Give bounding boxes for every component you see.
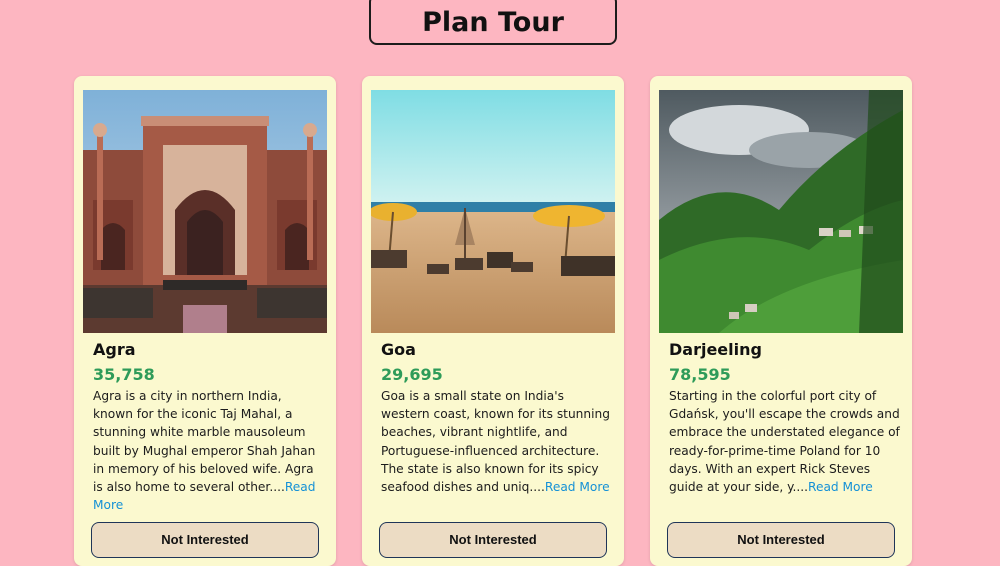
tour-card-goa: Goa 29,695 Goa is a small state on India… [362, 76, 624, 566]
tour-price: 78,595 [669, 365, 731, 384]
tour-description: Goa is a small state on India's western … [381, 387, 613, 496]
darjeeling-hills-image [659, 90, 903, 333]
tour-price: 35,758 [93, 365, 155, 384]
page-title: Plan Tour [369, 0, 617, 45]
tour-title: Agra [93, 340, 136, 359]
read-more-link[interactable]: Read More [808, 480, 873, 494]
taj-mahal-gate-image [83, 90, 327, 333]
tour-card-agra: Agra 35,758 Agra is a city in northern I… [74, 76, 336, 566]
tour-title: Darjeeling [669, 340, 762, 359]
not-interested-button[interactable]: Not Interested [379, 522, 607, 558]
description-text: Agra is a city in northern India, known … [93, 389, 316, 495]
description-text: Goa is a small state on India's western … [381, 389, 610, 495]
read-more-link[interactable]: Read More [545, 480, 610, 494]
tour-card-darjeeling: Darjeeling 78,595 Starting in the colorf… [650, 76, 912, 566]
tour-description: Agra is a city in northern India, known … [93, 387, 325, 514]
tour-price: 29,695 [381, 365, 443, 384]
tour-description: Starting in the colorful port city of Gd… [669, 387, 901, 496]
not-interested-button[interactable]: Not Interested [667, 522, 895, 558]
tour-title: Goa [381, 340, 416, 359]
description-text: Starting in the colorful port city of Gd… [669, 389, 900, 495]
goa-beach-image [371, 90, 615, 333]
not-interested-button[interactable]: Not Interested [91, 522, 319, 558]
